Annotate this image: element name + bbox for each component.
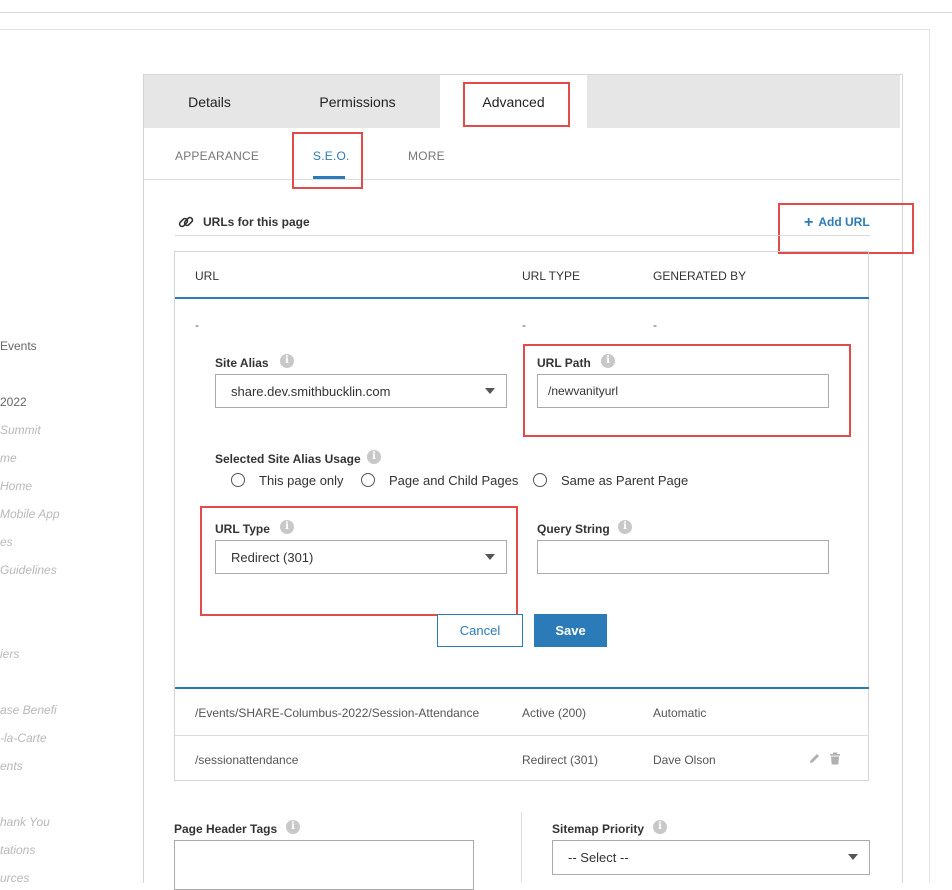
url-row-1-url: /Events/SHARE-Columbus-2022/Session-Atte…	[195, 706, 480, 720]
subtab-appearance[interactable]: APPEARANCE	[175, 149, 259, 163]
tree-item[interactable]: Events	[0, 339, 37, 353]
bottom-column-divider	[521, 812, 522, 882]
tree-item[interactable]: iers	[0, 647, 19, 661]
site-alias-select[interactable]: share.dev.smithbucklin.com	[215, 374, 507, 408]
sitemap-priority-select[interactable]: -- Select --	[552, 840, 870, 875]
highlight-box-seo-subtab	[292, 132, 363, 189]
tab-details[interactable]: Details	[144, 75, 275, 128]
tree-item[interactable]: me	[0, 451, 17, 465]
url-row-1-type: Active (200)	[522, 706, 587, 720]
sitemap-priority-label: Sitemap Priority	[552, 822, 645, 836]
subtab-more[interactable]: MORE	[408, 149, 445, 163]
sitemap-priority-value: -- Select --	[568, 850, 629, 865]
link-icon	[178, 216, 194, 228]
page-header-tags-label: Page Header Tags	[174, 822, 278, 836]
chevron-down-icon	[848, 854, 858, 860]
tree-item[interactable]: urces	[0, 871, 29, 882]
top-divider	[0, 12, 952, 13]
query-string-input[interactable]	[537, 540, 829, 574]
tree-item[interactable]: es	[0, 535, 13, 549]
tab-permissions[interactable]: Permissions	[275, 75, 440, 128]
info-icon[interactable]: i	[280, 354, 294, 368]
tree-item[interactable]: 2022	[0, 395, 27, 409]
column-header-generated-by: GENERATED BY	[653, 269, 747, 283]
page-header-tags-textarea[interactable]	[174, 840, 474, 890]
url-row-2-generated-by: Dave Olson	[653, 753, 716, 767]
urls-section-title: URLs for this page	[203, 215, 310, 229]
radio-label-this-page-only: This page only	[259, 473, 344, 488]
highlight-box-advanced-tab	[463, 82, 570, 127]
row-divider	[175, 735, 869, 736]
site-alias-label: Site Alias	[215, 356, 269, 370]
info-icon[interactable]: i	[286, 820, 300, 834]
url-row-1-generated-by: Automatic	[653, 706, 707, 720]
header-underline	[175, 297, 869, 299]
radio-label-page-and-child-pages: Page and Child Pages	[389, 473, 519, 488]
radio-same-as-parent-page[interactable]	[533, 473, 547, 487]
tree-item[interactable]: ase Benefi	[0, 703, 57, 717]
url-row-2-type: Redirect (301)	[522, 753, 599, 767]
column-header-url-type: URL TYPE	[522, 269, 581, 283]
column-header-url: URL	[195, 269, 220, 283]
left-page-tree: Events 2022 Summit me Home Mobile App es…	[0, 0, 70, 882]
rows-top-border	[175, 687, 869, 689]
pencil-icon[interactable]	[808, 752, 821, 765]
info-icon[interactable]: i	[653, 820, 667, 834]
radio-page-and-child-pages[interactable]	[361, 473, 375, 487]
content-frame-top	[0, 29, 930, 30]
info-icon[interactable]: i	[618, 520, 632, 534]
site-alias-value: share.dev.smithbucklin.com	[231, 383, 391, 399]
editing-row-generated: -	[653, 318, 657, 332]
cancel-button[interactable]: Cancel	[437, 614, 523, 647]
usage-label: Selected Site Alias Usage	[215, 452, 361, 466]
editing-row-url: -	[195, 318, 199, 332]
radio-this-page-only[interactable]	[231, 473, 245, 487]
url-row-2-url: /sessionattendance	[195, 753, 299, 767]
content-frame-right	[929, 29, 930, 882]
editing-row-type: -	[522, 318, 526, 332]
trash-icon[interactable]	[829, 752, 841, 765]
highlight-box-url-path	[523, 344, 851, 437]
tree-item[interactable]: Home	[0, 479, 32, 493]
highlight-box-add-url	[778, 203, 914, 254]
tree-item[interactable]: Guidelines	[0, 563, 57, 577]
chevron-down-icon	[485, 388, 495, 394]
info-icon[interactable]: i	[367, 450, 381, 464]
query-string-label: Query String	[537, 522, 610, 536]
tree-item[interactable]: hank You	[0, 815, 50, 829]
tree-item[interactable]: Summit	[0, 423, 41, 437]
tree-item[interactable]: tations	[0, 843, 35, 857]
tree-item[interactable]: -la-Carte	[0, 731, 47, 745]
highlight-box-url-type	[200, 506, 518, 616]
section-divider	[175, 235, 870, 236]
subtabs-divider	[144, 179, 900, 180]
radio-label-same-as-parent-page: Same as Parent Page	[561, 473, 689, 488]
tree-item[interactable]: ents	[0, 759, 23, 773]
tree-item[interactable]: Mobile App	[0, 507, 60, 521]
save-button[interactable]: Save	[534, 614, 607, 647]
